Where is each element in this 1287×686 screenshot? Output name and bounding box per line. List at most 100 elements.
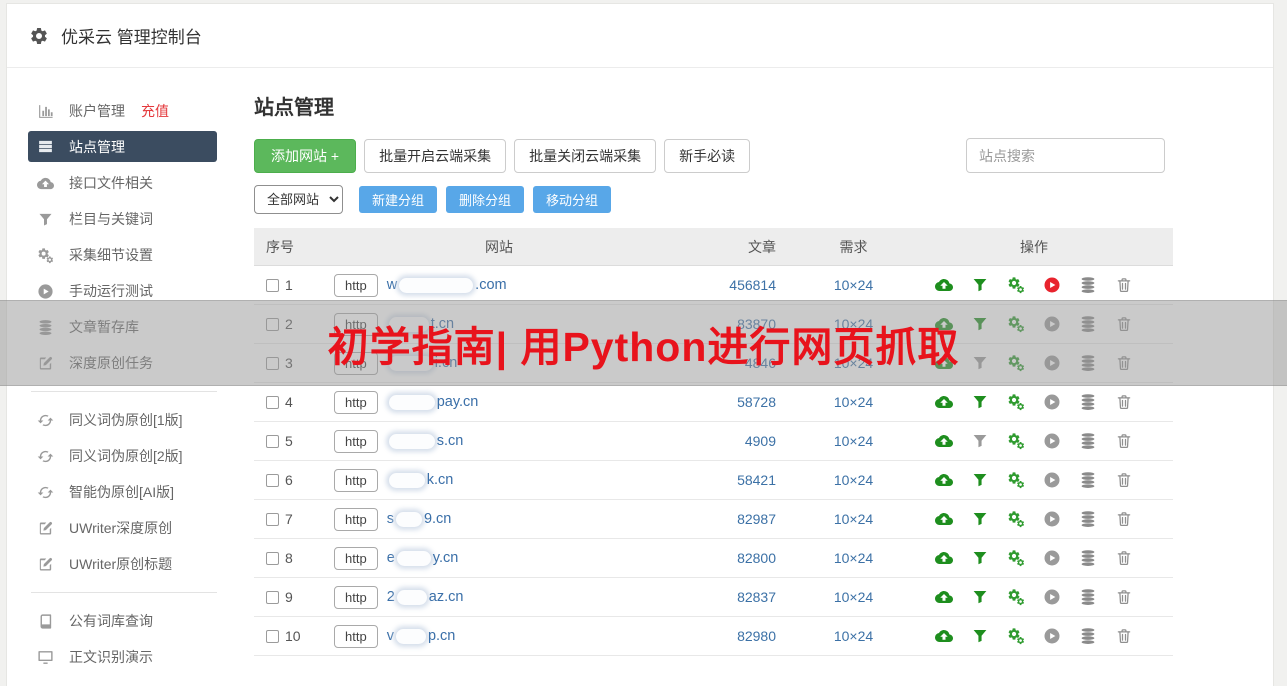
site-domain-link[interactable]: i.cn xyxy=(387,355,457,371)
gears-icon[interactable] xyxy=(1007,432,1025,450)
group-filter-select[interactable]: 全部网站 xyxy=(254,185,343,214)
move-group-button[interactable]: 移动分组 xyxy=(533,186,612,213)
article-count-link[interactable]: 58421 xyxy=(737,472,776,488)
article-count-link[interactable]: 82980 xyxy=(737,628,776,644)
database-icon[interactable] xyxy=(1079,354,1097,372)
http-protocol-chip[interactable]: http xyxy=(334,429,378,453)
demand-link[interactable]: 10×24 xyxy=(834,277,873,293)
site-domain-link[interactable]: s.cn xyxy=(387,433,463,449)
http-protocol-chip[interactable]: http xyxy=(334,585,378,609)
play-icon[interactable] xyxy=(1043,471,1061,489)
site-search-input[interactable] xyxy=(966,138,1165,173)
gears-icon[interactable] xyxy=(1007,393,1025,411)
row-checkbox[interactable] xyxy=(266,434,279,448)
sidebar-item-deep-original-task[interactable]: 深度原创任务 xyxy=(7,345,254,381)
sidebar-item-synonym-v1[interactable]: 同义词伪原创[1版] xyxy=(7,402,254,438)
gears-icon[interactable] xyxy=(1007,354,1025,372)
play-icon[interactable] xyxy=(1043,549,1061,567)
sidebar-item-public-lexicon[interactable]: 公有词库查询 xyxy=(7,603,254,639)
play-icon[interactable] xyxy=(1043,276,1061,294)
trash-icon[interactable] xyxy=(1115,276,1133,294)
row-checkbox[interactable] xyxy=(266,629,279,643)
add-site-button[interactable]: 添加网站 + xyxy=(254,138,357,173)
recharge-link[interactable]: 充值 xyxy=(141,101,169,121)
row-checkbox[interactable] xyxy=(266,356,279,370)
article-count-link[interactable]: 83870 xyxy=(737,316,776,332)
cloud-upload-icon[interactable] xyxy=(935,315,953,333)
trash-icon[interactable] xyxy=(1115,432,1133,450)
article-count-link[interactable]: 456814 xyxy=(729,277,776,293)
demand-link[interactable]: 10×24 xyxy=(834,355,873,371)
trash-icon[interactable] xyxy=(1115,549,1133,567)
row-checkbox[interactable] xyxy=(266,551,279,565)
delete-group-button[interactable]: 删除分组 xyxy=(446,186,525,213)
demand-link[interactable]: 10×24 xyxy=(834,589,873,605)
filter-icon[interactable] xyxy=(971,471,989,489)
database-icon[interactable] xyxy=(1079,276,1097,294)
play-icon[interactable] xyxy=(1043,510,1061,528)
sidebar-item-article-store[interactable]: 文章暂存库 xyxy=(7,309,254,345)
play-icon[interactable] xyxy=(1043,432,1061,450)
gears-icon[interactable] xyxy=(1007,549,1025,567)
article-count-link[interactable]: 82800 xyxy=(737,550,776,566)
site-domain-link[interactable]: s 9.cn xyxy=(387,511,452,527)
http-protocol-chip[interactable]: http xyxy=(334,624,378,648)
filter-icon[interactable] xyxy=(971,393,989,411)
play-icon[interactable] xyxy=(1043,393,1061,411)
demand-link[interactable]: 10×24 xyxy=(834,472,873,488)
site-domain-link[interactable]: v p.cn xyxy=(387,628,456,644)
database-icon[interactable] xyxy=(1079,627,1097,645)
sidebar-item-site-management[interactable]: 站点管理 xyxy=(28,131,217,162)
cloud-upload-icon[interactable] xyxy=(935,549,953,567)
trash-icon[interactable] xyxy=(1115,393,1133,411)
database-icon[interactable] xyxy=(1079,549,1097,567)
demand-link[interactable]: 10×24 xyxy=(834,394,873,410)
demand-link[interactable]: 10×24 xyxy=(834,550,873,566)
filter-icon[interactable] xyxy=(971,588,989,606)
sidebar-item-uwriter-deep[interactable]: UWriter深度原创 xyxy=(7,510,254,546)
filter-icon[interactable] xyxy=(971,354,989,372)
filter-icon[interactable] xyxy=(971,432,989,450)
sidebar-item-account[interactable]: 账户管理 充值 xyxy=(7,93,254,129)
http-protocol-chip[interactable]: http xyxy=(334,312,378,336)
filter-icon[interactable] xyxy=(971,315,989,333)
row-checkbox[interactable] xyxy=(266,512,279,526)
http-protocol-chip[interactable]: http xyxy=(334,468,378,492)
trash-icon[interactable] xyxy=(1115,471,1133,489)
sidebar-item-interface-files[interactable]: 接口文件相关 xyxy=(7,165,254,201)
gears-icon[interactable] xyxy=(1007,510,1025,528)
demand-link[interactable]: 10×24 xyxy=(834,511,873,527)
cloud-upload-icon[interactable] xyxy=(935,354,953,372)
site-domain-link[interactable]: w .com xyxy=(387,277,507,293)
site-domain-link[interactable]: 2 az.cn xyxy=(387,589,464,605)
sidebar-item-synonym-v2[interactable]: 同义词伪原创[2版] xyxy=(7,438,254,474)
play-icon[interactable] xyxy=(1043,588,1061,606)
article-count-link[interactable]: 82837 xyxy=(737,589,776,605)
gears-icon[interactable] xyxy=(1007,276,1025,294)
gears-icon[interactable] xyxy=(1007,588,1025,606)
play-icon[interactable] xyxy=(1043,627,1061,645)
cloud-upload-icon[interactable] xyxy=(935,627,953,645)
database-icon[interactable] xyxy=(1079,315,1097,333)
cloud-upload-icon[interactable] xyxy=(935,393,953,411)
demand-link[interactable]: 10×24 xyxy=(834,433,873,449)
trash-icon[interactable] xyxy=(1115,588,1133,606)
gears-icon[interactable] xyxy=(1007,315,1025,333)
database-icon[interactable] xyxy=(1079,588,1097,606)
batch-disable-button[interactable]: 批量关闭云端采集 xyxy=(514,138,657,173)
batch-enable-button[interactable]: 批量开启云端采集 xyxy=(364,138,507,173)
http-protocol-chip[interactable]: http xyxy=(334,546,378,570)
filter-icon[interactable] xyxy=(971,276,989,294)
article-count-link[interactable]: 58728 xyxy=(737,394,776,410)
cloud-upload-icon[interactable] xyxy=(935,510,953,528)
sidebar-item-content-recognition[interactable]: 正文识别演示 xyxy=(7,639,254,675)
play-icon[interactable] xyxy=(1043,315,1061,333)
row-checkbox[interactable] xyxy=(266,317,279,331)
http-protocol-chip[interactable]: http xyxy=(334,507,378,531)
site-domain-link[interactable]: t.cn xyxy=(387,316,454,332)
trash-icon[interactable] xyxy=(1115,315,1133,333)
sidebar-item-collect-settings[interactable]: 采集细节设置 xyxy=(7,237,254,273)
database-icon[interactable] xyxy=(1079,393,1097,411)
filter-icon[interactable] xyxy=(971,627,989,645)
sidebar-item-uwriter-title[interactable]: UWriter原创标题 xyxy=(7,546,254,582)
